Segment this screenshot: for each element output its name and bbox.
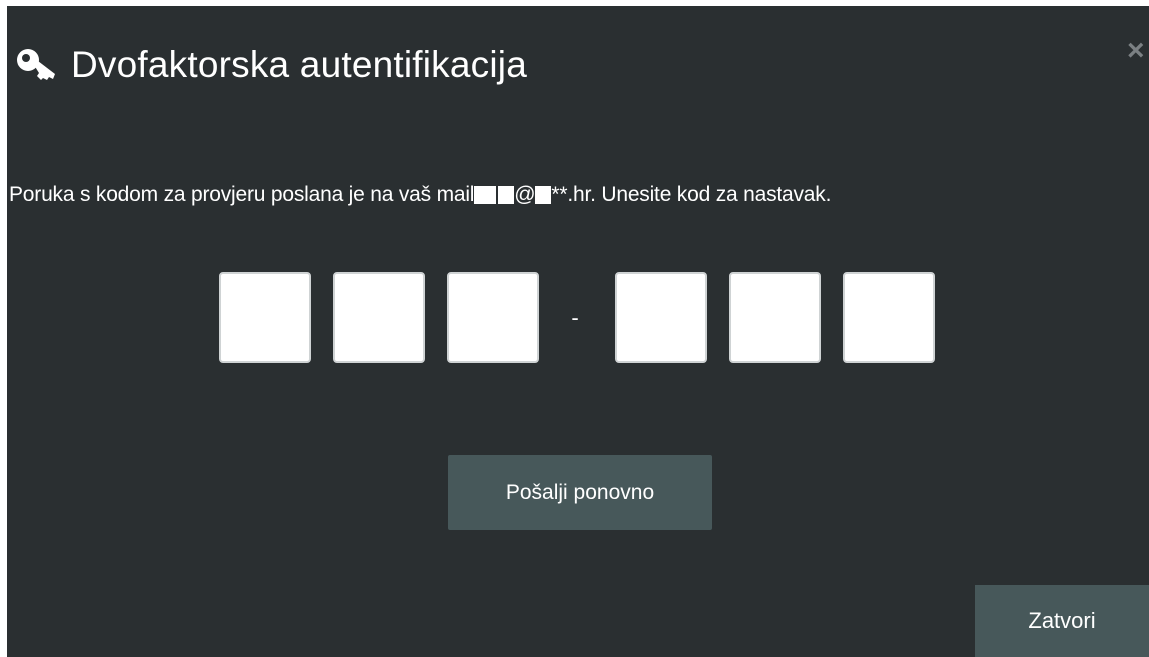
two-factor-dialog: Dvofaktorska autentifikacija × Poruka s …: [7, 6, 1149, 657]
close-icon[interactable]: ×: [1127, 36, 1149, 66]
redacted-email-local: [474, 186, 497, 204]
code-input-group: -: [219, 272, 935, 363]
code-digit-1[interactable]: [219, 272, 311, 363]
resend-button[interactable]: Pošalji ponovno: [448, 455, 712, 530]
code-digit-4[interactable]: [615, 272, 707, 363]
dialog-header: Dvofaktorska autentifikacija: [15, 44, 527, 86]
instruction-message: Poruka s kodom za provjeru poslana je na…: [9, 183, 831, 207]
code-digit-2[interactable]: [333, 272, 425, 363]
code-digit-6[interactable]: [843, 272, 935, 363]
code-digit-5[interactable]: [729, 272, 821, 363]
redacted-email-domain: [535, 186, 552, 204]
email-at: @: [514, 183, 536, 206]
redacted-email-local-2: [498, 186, 515, 204]
code-separator: -: [571, 304, 579, 330]
message-suffix: **.hr. Unesite kod za nastavak.: [551, 183, 832, 206]
key-icon: [17, 49, 55, 80]
dialog-title: Dvofaktorska autentifikacija: [71, 44, 527, 85]
message-prefix: Poruka s kodom za provjeru poslana je na…: [9, 183, 475, 206]
close-button[interactable]: Zatvori: [975, 585, 1149, 657]
code-digit-3[interactable]: [447, 272, 539, 363]
